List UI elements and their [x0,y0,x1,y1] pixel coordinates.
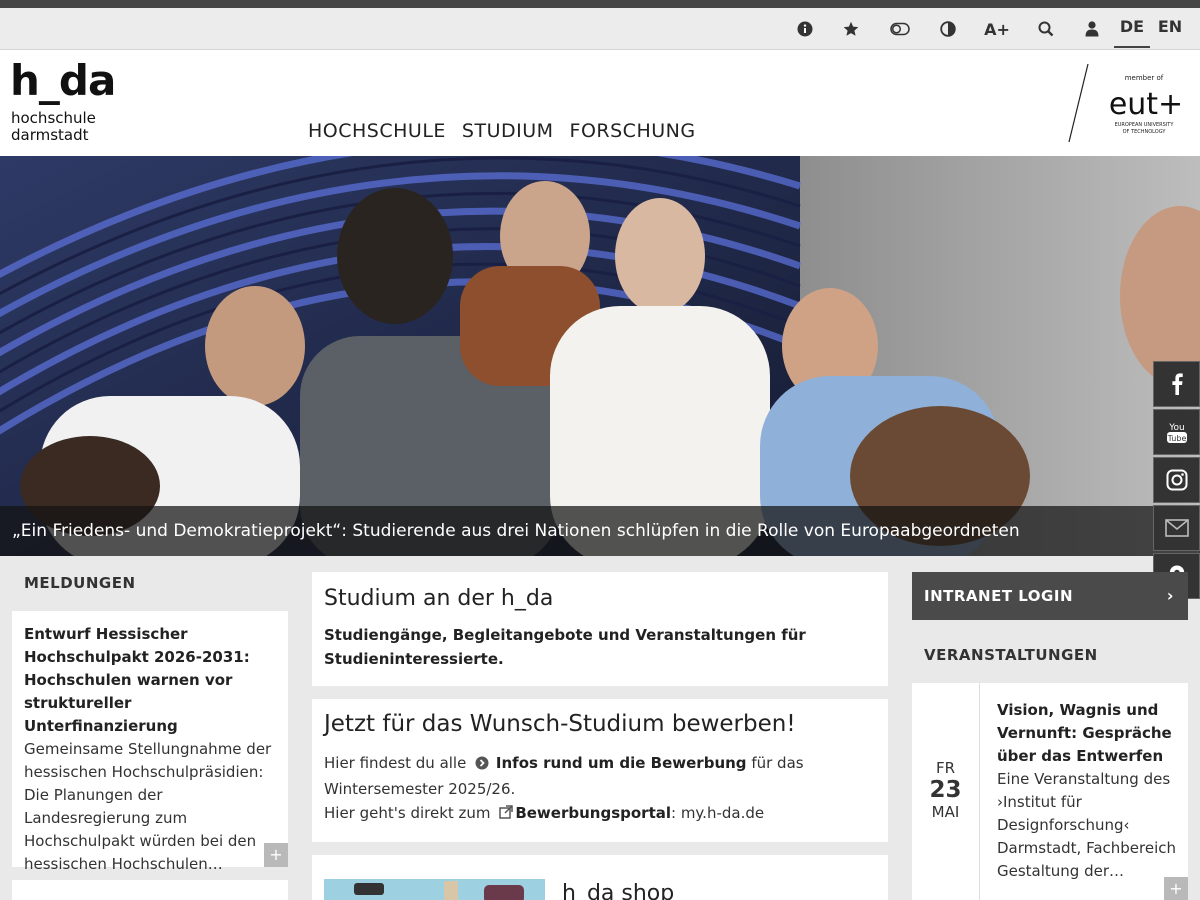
logo-wordmark[interactable]: h_da [10,56,116,105]
contrast-icon[interactable] [936,18,960,40]
eut-line-1: EUROPEAN UNIVERSITY [1115,122,1175,128]
shop-card[interactable]: h_da shop [312,855,888,900]
bewerben-line-1: Hier findest du alle Infos rund um die B… [324,751,876,777]
arrow-circle-icon [475,753,489,777]
svg-text:Tube: Tube [1166,434,1186,443]
nav-item-hochschule[interactable]: HOCHSCHULE [308,120,446,142]
intranet-login-label: INTRANET LOGIN [924,587,1074,605]
user-icon[interactable] [1080,18,1104,40]
studium-title[interactable]: Studium an der h_da [324,586,876,611]
nav-item-forschung[interactable]: FORSCHUNG [570,120,696,142]
eut-mark: eut+ [1109,87,1183,122]
event-more-button[interactable]: + [1164,877,1188,900]
hero-photo [0,156,1200,556]
youtube-icon[interactable]: You Tube [1153,409,1200,455]
meldungen-heading: MELDUNGEN [24,574,136,592]
bewerbungsportal-link[interactable]: Bewerbungsportal [515,804,671,822]
bewerben-card: Jetzt für das Wunsch-Studium bewerben! H… [312,699,888,842]
site-header: h_da hochschule darmstadt HOCHSCHULE STU… [0,50,1200,156]
svg-text:You: You [1168,423,1185,433]
external-link-icon [499,802,514,826]
language-en[interactable]: EN [1152,16,1188,48]
logo-line-1: hochschule [11,109,96,127]
instagram-icon[interactable] [1153,457,1200,503]
font-size-icon[interactable]: A+ [982,18,1012,40]
studium-card[interactable]: Studium an der h_da Studiengänge, Beglei… [312,572,888,686]
news-card[interactable]: Entwurf Hessischer Hochschulpakt 2026-20… [12,611,288,873]
bewerben-line-3-post: : my.h-da.de [671,804,765,822]
bewerben-title: Jetzt für das Wunsch-Studium bewerben! [324,711,796,737]
studium-text: Studiengänge, Begleitangebote und Verans… [324,626,806,668]
language-de[interactable]: DE [1114,16,1150,48]
bewerben-line-1-post: für das [751,754,804,772]
news-teaser: Gemeinsame Stellungnahme der hessischen … [24,740,272,873]
shop-title[interactable]: h_da shop [562,881,674,900]
bewerben-line-3: Hier geht's direkt zum Bewerbungsportal:… [324,801,876,826]
bewerbung-info-link[interactable]: Infos rund um die Bewerbung [496,754,747,772]
star-icon[interactable] [839,18,863,40]
event-teaser: Eine Veranstaltung des ›Institut für Des… [997,770,1177,880]
event-title[interactable]: Vision, Wagnis und Vernunft: Gespräche ü… [997,699,1188,768]
event-date: FR 23 MAI [912,683,980,900]
main-navigation: HOCHSCHULE STUDIUM FORSCHUNG [308,120,696,142]
bewerben-line-1-pre: Hier findest du alle [324,754,467,772]
event-weekday: FR [935,759,956,777]
eut-logo[interactable]: member of eut+ EUROPEAN UNIVERSITY OF TE… [1068,62,1196,144]
toggle-icon[interactable] [888,18,912,40]
event-day: 23 [929,777,962,803]
top-accent-bar [0,0,1200,8]
news-card-next[interactable] [12,880,288,900]
logo-line-2: darmstadt [11,126,89,144]
facebook-icon[interactable] [1153,361,1200,407]
bewerben-line-2: Wintersemester 2025/26. [324,780,516,798]
hero-caption[interactable]: „Ein Friedens- und Demokratieprojekt“: S… [0,506,1200,556]
event-card[interactable]: FR 23 MAI Vision, Wagnis und Vernunft: G… [912,683,1188,900]
bewerben-line-3-pre: Hier geht's direkt zum [324,804,491,822]
info-icon[interactable] [793,18,817,40]
intranet-login-button[interactable]: INTRANET LOGIN › [912,572,1188,620]
utility-bar: A+ DE EN [0,8,1200,50]
event-month: MAI [931,803,960,821]
search-icon[interactable] [1034,18,1058,40]
event-body: Vision, Wagnis und Vernunft: Gespräche ü… [997,699,1188,883]
news-title[interactable]: Entwurf Hessischer Hochschulpakt 2026-20… [24,623,276,738]
nav-item-studium[interactable]: STUDIUM [462,120,554,142]
shop-image [324,879,545,900]
chevron-right-icon: › [1166,586,1174,605]
hero-banner[interactable]: „Ein Friedens- und Demokratieprojekt“: S… [0,156,1200,556]
veranstaltungen-heading: VERANSTALTUNGEN [924,646,1098,664]
logo-subtitle[interactable]: hochschule darmstadt [11,110,96,144]
eut-line-2: OF TECHNOLOGY [1123,129,1167,135]
mail-icon[interactable] [1153,505,1200,551]
news-more-button[interactable]: + [264,843,288,867]
eut-member-text: member of [1125,74,1164,82]
